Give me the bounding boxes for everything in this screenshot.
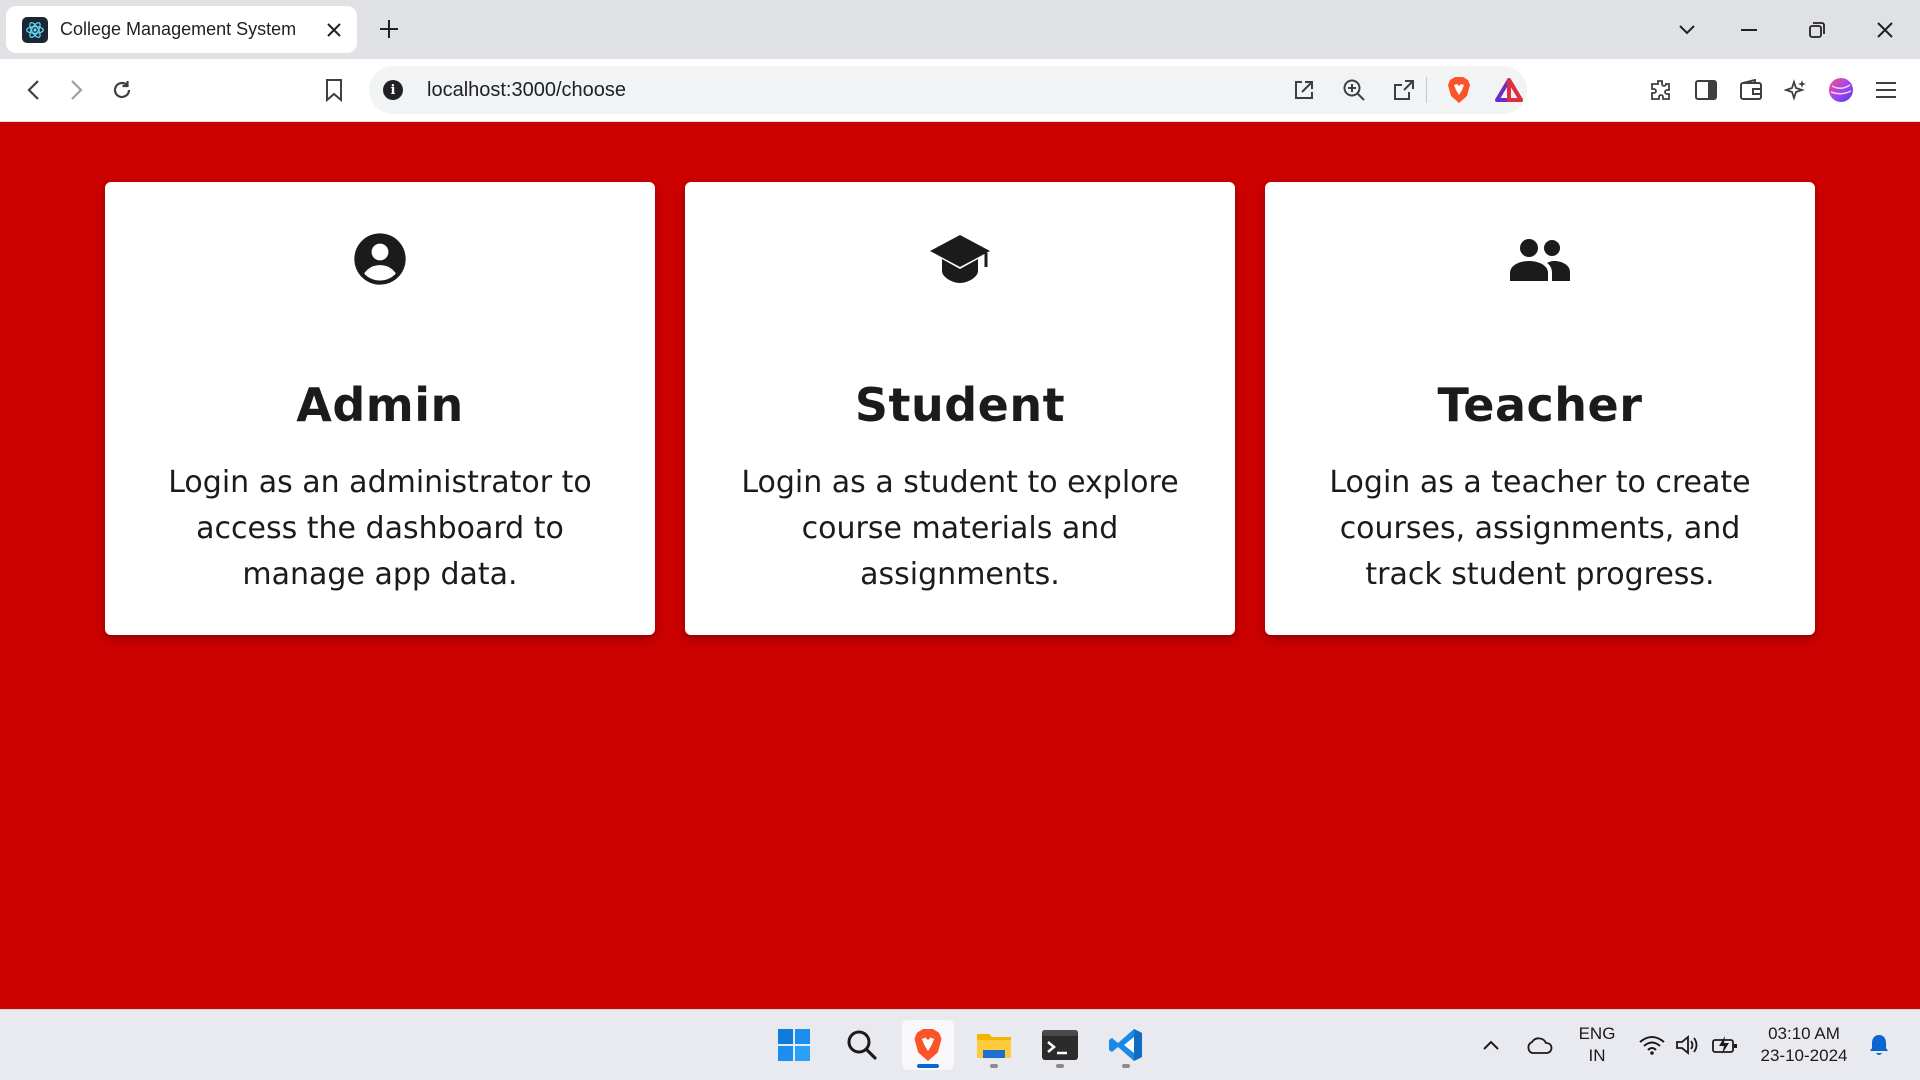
menu-icon[interactable] bbox=[1867, 71, 1905, 109]
wifi-icon[interactable] bbox=[1636, 1010, 1668, 1080]
address-bar[interactable]: i localhost:3000/choose bbox=[369, 66, 1527, 114]
student-card[interactable]: Student Login as a student to explore co… bbox=[685, 182, 1235, 635]
language-region: IN bbox=[1588, 1046, 1606, 1065]
vscode-icon[interactable] bbox=[1100, 1020, 1152, 1070]
zoom-icon[interactable] bbox=[1336, 72, 1372, 108]
start-icon[interactable] bbox=[768, 1020, 820, 1070]
profile-avatar-icon[interactable] bbox=[1822, 71, 1860, 109]
site-info-icon[interactable]: i bbox=[383, 80, 403, 100]
card-title: Student bbox=[854, 378, 1066, 432]
browser-tab[interactable]: College Management System bbox=[6, 6, 357, 53]
card-description: Login as a student to explore course mat… bbox=[741, 465, 1179, 592]
close-window-button[interactable] bbox=[1852, 0, 1918, 59]
onedrive-cloud-icon[interactable] bbox=[1522, 1010, 1556, 1080]
people-icon bbox=[1265, 226, 1815, 292]
show-hidden-icons-chevron-icon[interactable] bbox=[1476, 1010, 1506, 1080]
share-icon[interactable] bbox=[1386, 72, 1422, 108]
card-title: Teacher bbox=[1437, 378, 1643, 432]
card-title: Admin bbox=[296, 378, 464, 432]
browser-tab-strip: College Management System bbox=[0, 0, 1920, 59]
forward-button[interactable] bbox=[58, 71, 96, 109]
search-icon[interactable] bbox=[836, 1020, 888, 1070]
brave-rewards-icon[interactable] bbox=[1491, 72, 1527, 108]
running-app-indicator bbox=[1122, 1064, 1130, 1068]
clock[interactable]: 03:10 AM 23-10-2024 bbox=[1752, 1010, 1856, 1080]
file-explorer-icon[interactable] bbox=[968, 1020, 1020, 1070]
leo-ai-icon[interactable] bbox=[1777, 71, 1815, 109]
open-in-app-icon[interactable] bbox=[1286, 72, 1322, 108]
sidebar-toggle-icon[interactable] bbox=[1687, 71, 1725, 109]
graduation-cap-icon bbox=[685, 226, 1235, 292]
brave-icon[interactable] bbox=[902, 1020, 954, 1070]
notification-bell-icon[interactable] bbox=[1864, 1010, 1894, 1080]
new-tab-button[interactable] bbox=[374, 14, 404, 44]
brave-shields-icon[interactable] bbox=[1441, 72, 1477, 108]
back-button[interactable] bbox=[14, 71, 52, 109]
taskbar: ENG IN 03:10 AM 23-10-2024 bbox=[0, 1009, 1920, 1080]
running-app-indicator bbox=[1056, 1064, 1064, 1068]
running-app-indicator bbox=[990, 1064, 998, 1068]
browser-toolbar: i localhost:3000/choose bbox=[0, 59, 1920, 122]
tab-close-icon[interactable] bbox=[323, 19, 345, 41]
bookmark-icon[interactable] bbox=[315, 71, 353, 109]
battery-charging-icon[interactable] bbox=[1708, 1010, 1742, 1080]
omnibox-separator bbox=[1426, 77, 1427, 103]
language-code: ENG bbox=[1578, 1024, 1616, 1043]
restore-button[interactable] bbox=[1784, 0, 1850, 59]
card-description: Login as an administrator to access the … bbox=[168, 465, 592, 592]
url-text[interactable]: localhost:3000/choose bbox=[427, 79, 1272, 102]
wallet-icon[interactable] bbox=[1732, 71, 1770, 109]
clock-time: 03:10 AM bbox=[1768, 1024, 1840, 1043]
language-indicator[interactable]: ENG IN bbox=[1572, 1010, 1622, 1080]
terminal-icon[interactable] bbox=[1034, 1020, 1086, 1070]
tab-title: College Management System bbox=[60, 19, 297, 39]
reload-button[interactable] bbox=[103, 71, 141, 109]
tab-search-chevron-icon[interactable] bbox=[1654, 0, 1720, 59]
active-app-indicator bbox=[917, 1064, 939, 1068]
extensions-icon[interactable] bbox=[1642, 71, 1680, 109]
volume-icon[interactable] bbox=[1672, 1010, 1704, 1080]
admin-card[interactable]: Admin Login as an administrator to acces… bbox=[105, 182, 655, 635]
teacher-card[interactable]: Teacher Login as a teacher to create cou… bbox=[1265, 182, 1815, 635]
react-favicon-icon bbox=[22, 16, 48, 43]
clock-date: 23-10-2024 bbox=[1760, 1046, 1848, 1065]
card-description: Login as a teacher to create courses, as… bbox=[1329, 465, 1751, 592]
minimize-button[interactable] bbox=[1716, 0, 1782, 59]
account-circle-icon bbox=[105, 226, 655, 292]
